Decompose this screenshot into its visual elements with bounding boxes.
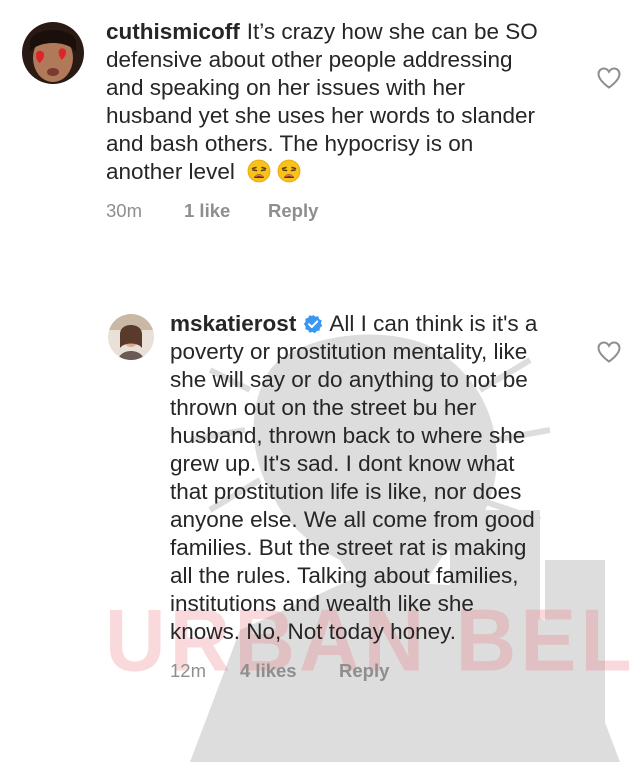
reply-button[interactable]: Reply (268, 200, 318, 222)
verified-badge-icon (304, 314, 323, 334)
avatar[interactable] (22, 22, 84, 84)
comment-time: 30m (106, 200, 142, 221)
comment-text: mskatierost All I can think is it's a po… (170, 310, 540, 646)
reply-button[interactable]: Reply (339, 660, 389, 682)
avatar[interactable] (108, 314, 154, 360)
comment-meta: 12m 4 likes Reply (170, 660, 540, 682)
comment-username[interactable]: cuthismicoff (106, 19, 240, 44)
comment-username[interactable]: mskatierost (170, 311, 296, 336)
comment-body: All I can think is it's a poverty or pro… (170, 311, 538, 644)
comment-meta: 30m 1 like Reply (106, 200, 546, 222)
heart-outline-icon[interactable] (596, 66, 622, 90)
comment-likes[interactable]: 4 likes (240, 660, 339, 682)
weary-face-icon (277, 159, 301, 183)
comment-time: 12m (170, 660, 206, 681)
comment-likes[interactable]: 1 like (184, 200, 268, 222)
heart-outline-icon[interactable] (596, 340, 622, 364)
weary-face-icon (247, 159, 271, 183)
comment-text: cuthismicoff It’s crazy how she can be SO… (106, 18, 546, 186)
